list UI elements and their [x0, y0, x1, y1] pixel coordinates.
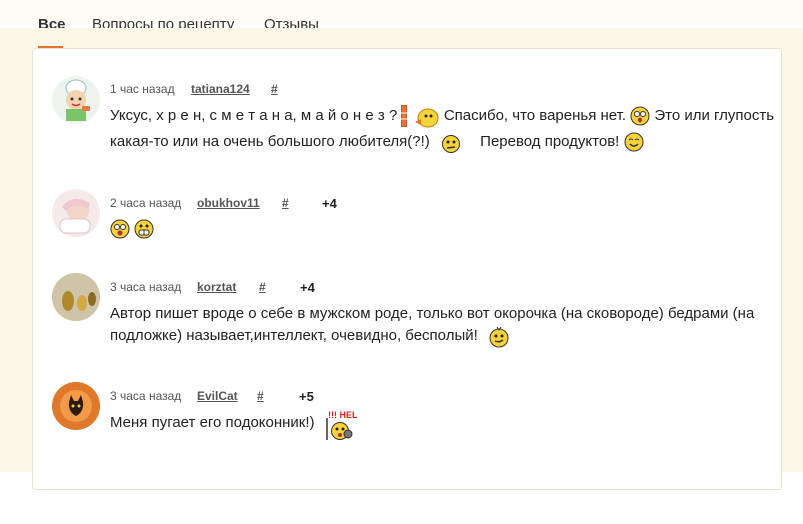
- chick-smiley-icon: [414, 108, 439, 128]
- avatar[interactable]: [52, 76, 100, 124]
- comment-text: Уксус, х р е н, с м е т а н а, м а й о н…: [110, 107, 398, 124]
- tab-reviews[interactable]: Отзывы: [264, 16, 319, 28]
- comment-rating: +5: [299, 389, 314, 404]
- smirk-smiley-icon: [489, 326, 509, 348]
- comment-time: 3 часа назад: [110, 389, 182, 403]
- grin-smiley-icon: [624, 132, 644, 152]
- comment-text: Меня пугает его подоконник!): [110, 414, 315, 431]
- author-link[interactable]: korztat: [197, 280, 236, 294]
- author-link[interactable]: obukhov11: [197, 196, 260, 210]
- comment-text: Спасибо, что варенья нет.: [443, 107, 627, 124]
- permalink-hash[interactable]: #: [259, 280, 266, 294]
- bottle-icon: [401, 105, 408, 128]
- teeth-grin-smiley-icon: [134, 219, 154, 239]
- permalink-hash[interactable]: #: [271, 82, 278, 96]
- shocked-smiley-icon: [110, 219, 130, 239]
- permalink-hash[interactable]: #: [257, 389, 264, 403]
- comment-rating: +4: [300, 280, 315, 295]
- comment-time: 1 час назад: [110, 82, 175, 96]
- comment-text: Перевод продуктов!: [480, 133, 620, 150]
- tab-all[interactable]: Все: [38, 16, 66, 28]
- help-sign-smiley-icon: !!! HEL: [320, 410, 358, 442]
- comment-text: какая-то или на очень большого любителя(…: [110, 133, 430, 150]
- avatar[interactable]: [52, 382, 100, 430]
- comment-time: 2 часа назад: [110, 196, 182, 210]
- avatar[interactable]: [52, 189, 100, 237]
- comment-text: Это или глупость: [654, 107, 775, 124]
- comment-text: подложке) называет,интеллект, очевидно, …: [110, 327, 478, 344]
- author-link[interactable]: tatiana124: [191, 82, 250, 96]
- permalink-hash[interactable]: #: [282, 196, 289, 210]
- avatar[interactable]: [52, 273, 100, 321]
- comment-rating: +4: [322, 196, 337, 211]
- tab-bar: Все Вопросы по рецепту Отзывы: [0, 0, 803, 28]
- author-link[interactable]: EvilCat: [197, 389, 238, 403]
- thinking-smiley-icon: [441, 135, 460, 154]
- surprised-smiley-icon: [630, 106, 650, 126]
- comment-time: 3 часа назад: [110, 280, 182, 294]
- tab-recipe-questions[interactable]: Вопросы по рецепту: [92, 16, 234, 28]
